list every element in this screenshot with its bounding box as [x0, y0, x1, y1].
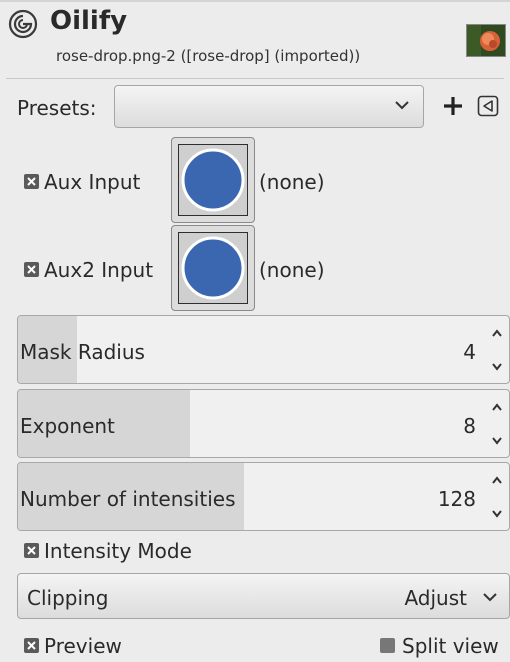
add-preset-button[interactable] — [439, 90, 467, 122]
aux-input-swatch — [181, 148, 245, 212]
intensity-mode-checkbox[interactable] — [24, 543, 39, 558]
presets-label: Presets: — [17, 96, 97, 120]
clipping-combo[interactable]: Clipping Adjust — [17, 573, 510, 619]
aux-input-label: Aux Input — [44, 170, 141, 194]
dialog-header: Oilify rose-drop.png-2 ([rose-drop] (imp… — [0, 2, 510, 74]
aux2-input-checkbox[interactable] — [24, 262, 39, 277]
intensities-value[interactable]: 128 — [438, 487, 476, 511]
clipping-label: Clipping — [27, 586, 109, 610]
chevron-down-icon — [483, 593, 497, 602]
split-view-checkbox[interactable] — [380, 638, 395, 653]
exponent-value[interactable]: 8 — [463, 414, 476, 438]
chevron-down-icon — [395, 101, 409, 110]
increment-arrow-icon[interactable] — [489, 473, 505, 487]
increment-arrow-icon[interactable] — [489, 400, 505, 414]
intensities-spinscale[interactable]: Number of intensities 128 — [17, 462, 510, 531]
clipping-value: Adjust — [404, 586, 467, 610]
aux2-input-value: (none) — [259, 258, 325, 282]
mask-radius-spinscale[interactable]: Mask Radius 4 — [17, 315, 510, 384]
aux-input-button[interactable] — [171, 137, 255, 223]
preview-checkbox[interactable] — [24, 638, 39, 653]
preset-menu-button[interactable] — [477, 95, 499, 117]
exponent-label: Exponent — [20, 414, 115, 438]
image-subtitle: rose-drop.png-2 ([rose-drop] (imported)) — [56, 47, 361, 65]
preview-label: Preview — [44, 634, 122, 658]
decrement-arrow-icon[interactable] — [489, 507, 505, 521]
mask-radius-label: Mask Radius — [20, 340, 145, 364]
aux-input-checkbox[interactable] — [24, 174, 39, 189]
gegl-icon — [8, 9, 38, 39]
aux2-input-button[interactable] — [171, 225, 255, 311]
split-view-label: Split view — [402, 634, 499, 658]
intensity-mode-label: Intensity Mode — [44, 539, 192, 563]
image-thumbnail — [466, 24, 506, 57]
aux-input-value: (none) — [259, 170, 325, 194]
decrement-arrow-icon[interactable] — [489, 360, 505, 374]
header-separator — [6, 78, 504, 79]
exponent-spinscale[interactable]: Exponent 8 — [17, 389, 510, 458]
decrement-arrow-icon[interactable] — [489, 434, 505, 448]
presets-combo[interactable] — [114, 85, 424, 128]
aux2-input-label: Aux2 Input — [44, 258, 154, 282]
increment-arrow-icon[interactable] — [489, 326, 505, 340]
aux2-input-swatch — [181, 236, 245, 300]
mask-radius-value[interactable]: 4 — [463, 340, 476, 364]
intensities-label: Number of intensities — [20, 487, 236, 511]
dialog-title: Oilify — [50, 6, 128, 36]
